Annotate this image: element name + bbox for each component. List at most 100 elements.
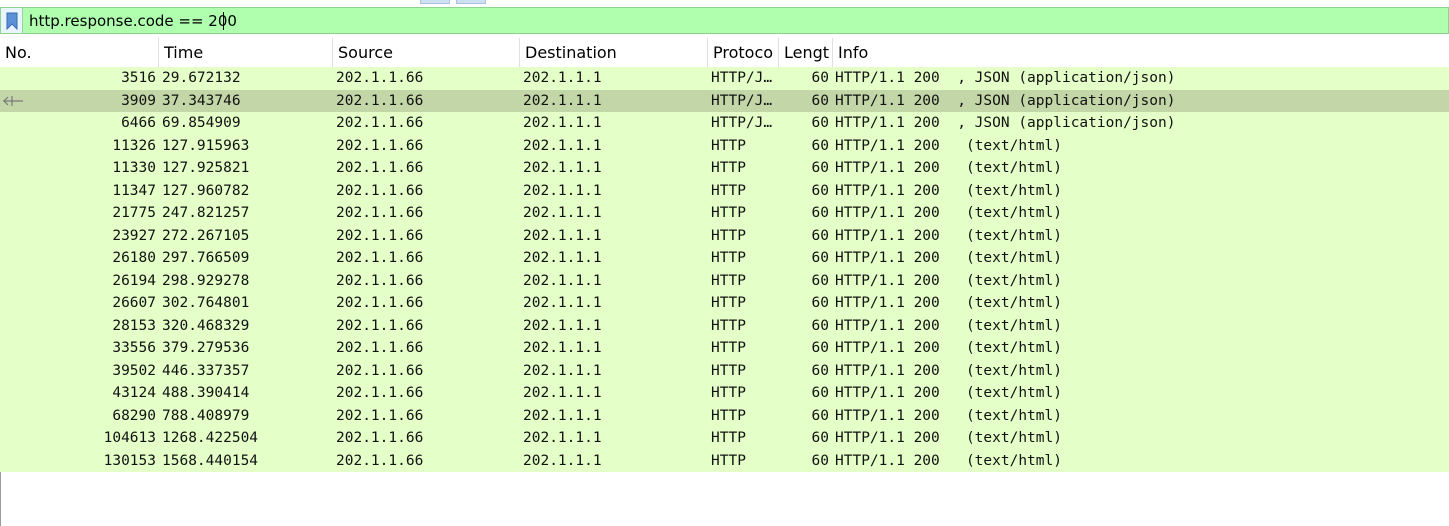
packet-time: 127.915963 — [162, 137, 250, 154]
packet-time: 488.390414 — [162, 385, 250, 401]
packet-destination: 202.1.1.1 — [523, 92, 602, 109]
packet-time: 127.925821 — [162, 160, 250, 176]
packet-info: HTTP/1.1 200 (text/html) — [835, 385, 1062, 401]
packet-length: 60 — [811, 250, 829, 266]
packet-info: HTTP/1.1 200 , JSON (application/json) — [835, 92, 1176, 109]
packet-no: 33556 — [112, 340, 156, 356]
packet-info: HTTP/1.1 200 (text/html) — [835, 295, 1062, 311]
packet-destination: 202.1.1.1 — [523, 430, 602, 446]
packet-list-header: No. Time Source Destination Protoco Leng… — [0, 38, 1449, 68]
packet-length: 60 — [811, 160, 829, 176]
packet-info: HTTP/1.1 200 (text/html) — [835, 452, 1062, 469]
packet-row[interactable]: 39502 446.337357 202.1.1.66 202.1.1.1 HT… — [0, 359, 1449, 382]
packet-info: HTTP/1.1 200 (text/html) — [835, 430, 1062, 446]
packet-no: 39502 — [112, 362, 156, 379]
packet-no: 11326 — [112, 137, 156, 154]
column-header-protocol[interactable]: Protoco — [708, 38, 779, 67]
packet-protocol: HTTP — [711, 182, 746, 199]
packet-source: 202.1.1.66 — [336, 340, 424, 356]
packet-length: 60 — [811, 115, 829, 131]
packet-row-selected[interactable]: 3909 37.343746 202.1.1.66 202.1.1.1 HTTP… — [0, 89, 1449, 112]
packet-row[interactable]: 23927 272.267105 202.1.1.66 202.1.1.1 HT… — [0, 224, 1449, 247]
column-header-time[interactable]: Time — [159, 38, 333, 67]
packet-no: 23927 — [112, 227, 156, 244]
packet-info: HTTP/1.1 200 (text/html) — [835, 340, 1062, 356]
packet-protocol: HTTP — [711, 227, 746, 244]
packet-row[interactable]: 104613 1268.422504 202.1.1.66 202.1.1.1 … — [0, 427, 1449, 450]
packet-row[interactable]: 6466 69.854909 202.1.1.66 202.1.1.1 HTTP… — [0, 112, 1449, 135]
packet-source: 202.1.1.66 — [336, 250, 424, 266]
packet-protocol: HTTP — [711, 385, 746, 401]
packet-row[interactable]: 33556 379.279536 202.1.1.66 202.1.1.1 HT… — [0, 337, 1449, 360]
packet-protocol: HTTP — [711, 137, 746, 154]
packet-protocol: HTTP/J… — [711, 92, 773, 109]
packet-info: HTTP/1.1 200 (text/html) — [835, 137, 1062, 154]
packet-destination: 202.1.1.1 — [523, 295, 602, 311]
packet-time: 297.766509 — [162, 250, 250, 266]
packet-source: 202.1.1.66 — [336, 317, 424, 334]
packet-info: HTTP/1.1 200 (text/html) — [835, 205, 1062, 221]
packet-source: 202.1.1.66 — [336, 452, 424, 469]
packet-protocol: HTTP/J… — [711, 115, 773, 131]
bookmark-icon — [6, 12, 17, 30]
packet-length: 60 — [811, 295, 829, 311]
toolbar-tab[interactable] — [456, 0, 486, 4]
filter-bookmark-button[interactable] — [1, 8, 23, 33]
packet-destination: 202.1.1.1 — [523, 115, 602, 131]
packet-protocol: HTTP — [711, 295, 746, 311]
packet-no: 43124 — [112, 385, 156, 401]
packet-info: HTTP/1.1 200 (text/html) — [835, 250, 1062, 266]
packet-length: 60 — [811, 317, 829, 334]
packet-length: 60 — [811, 385, 829, 401]
packet-length: 60 — [811, 70, 829, 86]
packet-row[interactable]: 68290 788.408979 202.1.1.66 202.1.1.1 HT… — [0, 404, 1449, 427]
packet-row[interactable]: 21775 247.821257 202.1.1.66 202.1.1.1 HT… — [0, 202, 1449, 225]
packet-info: HTTP/1.1 200 (text/html) — [835, 272, 1062, 289]
packet-no: 11330 — [112, 160, 156, 176]
packet-row[interactable]: 11326 127.915963 202.1.1.66 202.1.1.1 HT… — [0, 134, 1449, 157]
packet-protocol: HTTP — [711, 160, 746, 176]
packet-length: 60 — [811, 92, 829, 109]
packet-destination: 202.1.1.1 — [523, 227, 602, 244]
packet-row[interactable]: 11330 127.925821 202.1.1.66 202.1.1.1 HT… — [0, 157, 1449, 180]
packet-protocol: HTTP — [711, 430, 746, 446]
packet-length: 60 — [811, 137, 829, 154]
column-header-length[interactable]: Lengt — [779, 38, 833, 67]
packet-info: HTTP/1.1 200 (text/html) — [835, 182, 1062, 199]
column-header-info[interactable]: Info — [833, 38, 1449, 67]
packet-protocol: HTTP — [711, 407, 746, 424]
packet-protocol: HTTP/J… — [711, 70, 773, 86]
packet-row[interactable]: 11347 127.960782 202.1.1.66 202.1.1.1 HT… — [0, 179, 1449, 202]
display-filter-input[interactable] — [29, 9, 329, 32]
packet-row[interactable]: 43124 488.390414 202.1.1.66 202.1.1.1 HT… — [0, 382, 1449, 405]
packet-time: 29.672132 — [162, 70, 241, 86]
packet-no: 26194 — [112, 272, 156, 289]
packet-row[interactable]: 130153 1568.440154 202.1.1.66 202.1.1.1 … — [0, 449, 1449, 472]
packet-time: 1568.440154 — [162, 452, 259, 469]
packet-protocol: HTTP — [711, 205, 746, 221]
packet-time: 127.960782 — [162, 182, 250, 199]
packet-row[interactable]: 3516 29.672132 202.1.1.66 202.1.1.1 HTTP… — [0, 67, 1449, 90]
packet-info: HTTP/1.1 200 (text/html) — [835, 160, 1062, 176]
packet-length: 60 — [811, 272, 829, 289]
packet-row[interactable]: 26194 298.929278 202.1.1.66 202.1.1.1 HT… — [0, 269, 1449, 292]
column-header-source[interactable]: Source — [333, 38, 520, 67]
packet-row[interactable]: 26607 302.764801 202.1.1.66 202.1.1.1 HT… — [0, 292, 1449, 315]
packet-destination: 202.1.1.1 — [523, 407, 602, 424]
packet-protocol: HTTP — [711, 272, 746, 289]
packet-row[interactable]: 26180 297.766509 202.1.1.66 202.1.1.1 HT… — [0, 247, 1449, 270]
packet-destination: 202.1.1.1 — [523, 137, 602, 154]
column-header-no[interactable]: No. — [0, 38, 159, 67]
packet-time: 446.337357 — [162, 362, 250, 379]
packet-destination: 202.1.1.1 — [523, 385, 602, 401]
packet-destination: 202.1.1.1 — [523, 317, 602, 334]
packet-protocol: HTTP — [711, 317, 746, 334]
column-header-destination[interactable]: Destination — [520, 38, 708, 67]
packet-destination: 202.1.1.1 — [523, 272, 602, 289]
packet-destination: 202.1.1.1 — [523, 70, 602, 86]
display-filter-bar — [0, 7, 1449, 34]
packet-row[interactable]: 28153 320.468329 202.1.1.66 202.1.1.1 HT… — [0, 314, 1449, 337]
toolbar-tab[interactable] — [420, 0, 450, 4]
packet-source: 202.1.1.66 — [336, 272, 424, 289]
packet-source: 202.1.1.66 — [336, 295, 424, 311]
